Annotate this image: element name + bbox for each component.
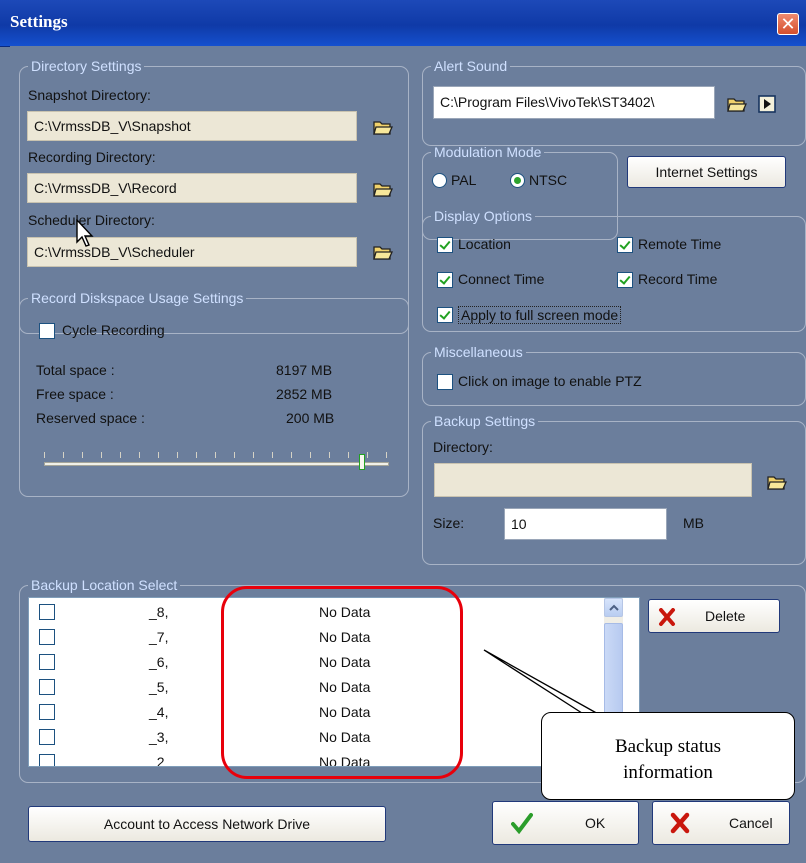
delete-button[interactable]: Delete [648, 599, 780, 633]
row-index: _3, [149, 729, 169, 745]
ntsc-radio[interactable] [510, 173, 525, 188]
modulation-legend: Modulation Mode [434, 144, 542, 160]
location-checkbox[interactable] [437, 237, 453, 253]
connect-time-checkbox[interactable] [437, 272, 453, 288]
ntsc-label: NTSC [529, 172, 568, 188]
cancel-x-icon [670, 812, 690, 834]
miscellaneous-legend: Miscellaneous [434, 344, 523, 360]
record-time-label: Record Time [638, 271, 718, 287]
slider-track [44, 462, 389, 466]
directory-settings-legend: Directory Settings [31, 58, 142, 74]
close-button[interactable]: ✕ [777, 13, 799, 35]
connect-time-label: Connect Time [458, 271, 545, 287]
free-space-value: 2852 MB [276, 386, 333, 402]
row-index: _6, [149, 654, 169, 670]
backup-size-unit: MB [683, 515, 704, 531]
row-checkbox[interactable] [39, 704, 55, 720]
cancel-button[interactable]: Cancel [652, 801, 790, 845]
ptz-label: Click on image to enable PTZ [458, 373, 642, 389]
remote-time-label: Remote Time [638, 236, 722, 252]
full-screen-label: Apply to full screen mode [458, 306, 622, 324]
ok-button[interactable]: OK [492, 801, 639, 845]
alert-sound-field[interactable]: C:\Program Files\VivoTek\ST3402\ [433, 86, 715, 119]
pal-label: PAL [451, 172, 477, 188]
delete-x-icon [659, 608, 675, 626]
pal-radio[interactable] [432, 173, 447, 188]
ok-label: OK [585, 815, 606, 831]
backup-size-field[interactable]: 10 [504, 508, 667, 540]
cycle-recording-checkbox[interactable] [39, 323, 55, 339]
row-checkbox[interactable] [39, 629, 55, 645]
ptz-checkbox[interactable] [437, 374, 453, 390]
row-index: _7, [149, 629, 169, 645]
recording-directory-field[interactable]: C:\VrmssDB_V\Record [27, 173, 357, 203]
display-options-legend: Display Options [434, 208, 533, 224]
reserved-space-value: 200 MB [286, 410, 335, 426]
row-index: _8, [149, 604, 169, 620]
row-checkbox[interactable] [39, 729, 55, 745]
total-space-label: Total space : [36, 362, 115, 378]
row-checkbox[interactable] [39, 679, 55, 695]
snapshot-folder-icon[interactable] [372, 118, 394, 136]
scroll-up-button[interactable] [604, 598, 623, 617]
play-icon[interactable] [758, 95, 776, 113]
highlight-ellipse [221, 586, 463, 779]
delete-label: Delete [705, 608, 746, 624]
row-checkbox[interactable] [39, 754, 55, 766]
diskspace-legend: Record Diskspace Usage Settings [31, 290, 244, 306]
row-index: _4, [149, 704, 169, 720]
internet-settings-button[interactable]: Internet Settings [627, 156, 786, 188]
scheduler-folder-icon[interactable] [372, 243, 394, 261]
backup-size-label: Size: [433, 515, 465, 531]
recording-label: Recording Directory: [28, 149, 156, 165]
slider-ticks [44, 452, 389, 458]
reserved-space-label: Reserved space : [36, 410, 145, 426]
total-space-value: 8197 MB [276, 362, 333, 378]
reserved-space-slider[interactable] [44, 450, 389, 472]
free-space-label: Free space : [36, 386, 114, 402]
row-checkbox[interactable] [39, 654, 55, 670]
title-bar[interactable]: Settings ✕ [0, 0, 806, 47]
settings-window: Settings ✕ Directory Settings Snapshot D… [0, 0, 806, 863]
scroll-thumb[interactable] [604, 623, 623, 723]
remote-time-checkbox[interactable] [617, 237, 633, 253]
callout-text: Backup status information [614, 736, 722, 783]
network-drive-button[interactable]: Account to Access Network Drive [28, 806, 386, 842]
snapshot-directory-field[interactable]: C:\VrmssDB_V\Snapshot [27, 111, 357, 141]
scheduler-label: Scheduler Directory: [28, 212, 155, 228]
scheduler-directory-field[interactable]: C:\VrmssDB_V\Scheduler [27, 237, 357, 267]
snapshot-label: Snapshot Directory: [28, 87, 151, 103]
record-time-checkbox[interactable] [617, 272, 633, 288]
window-title: Settings [10, 12, 68, 31]
chevron-up-icon [609, 604, 619, 611]
slider-thumb[interactable] [359, 454, 365, 470]
alert-sound-legend: Alert Sound [434, 58, 508, 74]
checkmark-icon [511, 813, 533, 834]
cycle-recording-label: Cycle Recording [62, 322, 165, 338]
backup-directory-field[interactable] [434, 463, 752, 497]
backup-location-legend: Backup Location Select [31, 577, 178, 593]
full-screen-checkbox[interactable] [437, 307, 453, 323]
row-index: _2 [149, 754, 165, 767]
backup-folder-icon[interactable] [766, 473, 788, 491]
backup-settings-legend: Backup Settings [434, 413, 536, 429]
row-checkbox[interactable] [39, 604, 55, 620]
recording-folder-icon[interactable] [372, 180, 394, 198]
location-label: Location [458, 236, 511, 252]
alert-folder-icon[interactable] [726, 95, 748, 113]
cancel-label: Cancel [729, 815, 773, 831]
row-index: _5, [149, 679, 169, 695]
backup-directory-label: Directory: [433, 439, 493, 455]
